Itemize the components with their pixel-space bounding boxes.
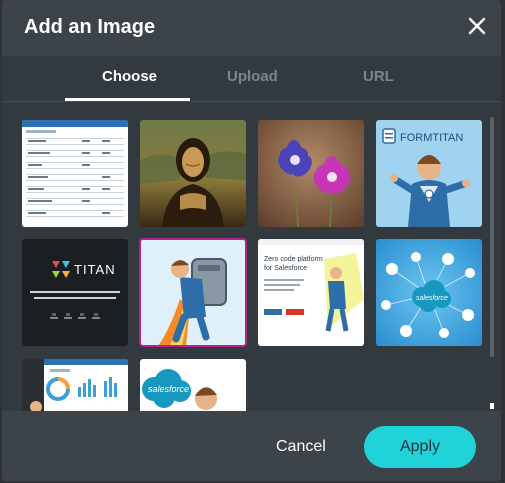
image-grid: FORMTITAN TITAN Zero code platform for S… — [2, 103, 494, 411]
thumbnail-no-code-ad[interactable]: Zero code platform for Salesforce — [258, 239, 364, 346]
dialog-header: Add an Image — [2, 0, 501, 56]
thumbnail-titan-banner[interactable]: TITAN — [22, 239, 128, 346]
dialog-footer: Cancel Apply — [2, 411, 501, 481]
active-tab-indicator — [65, 98, 190, 101]
thumbnail-dashboard[interactable] — [22, 359, 128, 411]
thumbnail-spreadsheet[interactable] — [22, 120, 128, 227]
grid-scrollbar[interactable] — [489, 103, 495, 411]
scrollbar-end-marker — [490, 403, 494, 409]
cancel-button[interactable]: Cancel — [276, 438, 326, 456]
thumbnail-mona-lisa[interactable] — [140, 120, 246, 227]
add-image-dialog: Add an Image Choose Upload URL FORMTITAN… — [2, 0, 501, 481]
thumbnail-purple-flowers[interactable] — [258, 120, 364, 227]
salesforce-logo-text: salesforce — [416, 295, 448, 302]
titan-logo-text: TITAN — [74, 262, 116, 277]
tab-url[interactable]: URL — [363, 68, 394, 85]
ad-headline-line1: Zero code platform — [264, 256, 323, 263]
salesforce-mascot-logo-text: salesforce — [148, 384, 189, 394]
apply-button[interactable]: Apply — [364, 426, 476, 468]
tab-upload[interactable]: Upload — [227, 68, 278, 85]
ad-headline-line2: for Salesforce — [264, 265, 307, 272]
tab-bar: Choose Upload URL — [2, 56, 501, 102]
dialog-title: Add an Image — [24, 16, 156, 38]
scrollbar-thumb[interactable] — [490, 117, 494, 357]
close-icon[interactable] — [467, 16, 487, 36]
thumbnail-jetpack-mascot[interactable] — [139, 238, 247, 347]
thumbnail-salesforce-network[interactable]: salesforce — [376, 239, 482, 346]
thumbnail-formtitan[interactable]: FORMTITAN — [376, 120, 482, 227]
thumbnail-salesforce-mascot[interactable]: salesforce — [140, 359, 246, 411]
tab-choose[interactable]: Choose — [102, 68, 157, 85]
formtitan-logo-text: FORMTITAN — [400, 132, 463, 144]
